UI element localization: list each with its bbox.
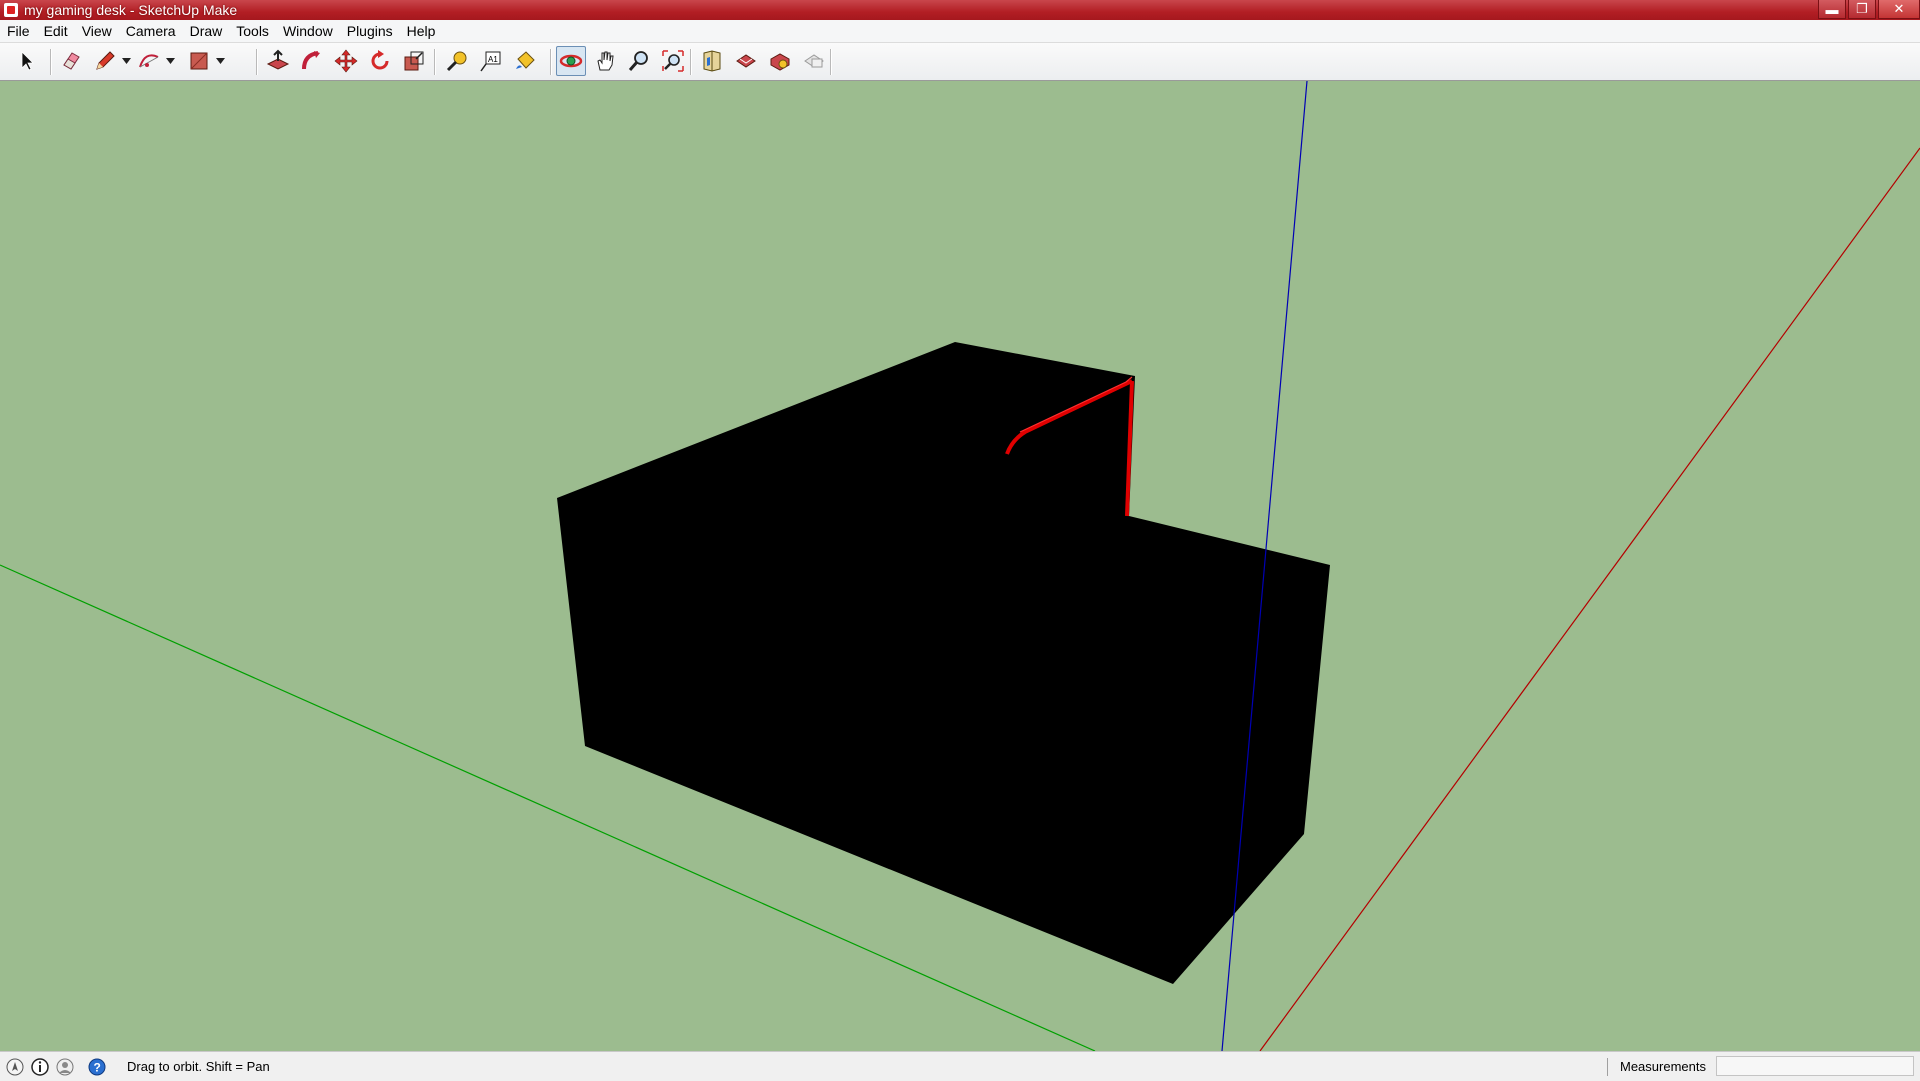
toolbar: A1 <box>0 43 1920 81</box>
help-question-icon: ? <box>88 1058 106 1075</box>
menu-view[interactable]: View <box>75 23 119 39</box>
pencil-icon <box>96 51 115 70</box>
rotate-icon <box>371 50 389 70</box>
hand-icon <box>597 51 614 71</box>
menu-camera[interactable]: Camera <box>119 23 183 39</box>
toolbar-group-modify <box>261 45 431 77</box>
scene-canvas[interactable] <box>0 81 1920 1051</box>
toolbar-separator <box>256 49 258 75</box>
status-bar: ? Drag to orbit. Shift = Pan Measurement… <box>0 1051 1920 1081</box>
share-component-button[interactable] <box>799 46 829 76</box>
scale-icon <box>404 51 424 71</box>
menu-edit[interactable]: Edit <box>37 23 75 39</box>
text-tool-button[interactable]: A1 <box>476 46 506 76</box>
move-tool-button[interactable] <box>331 46 361 76</box>
title-bar: my gaming desk - SketchUp Make ▬ ❐ ✕ <box>0 0 1920 20</box>
svg-text:A1: A1 <box>488 55 498 64</box>
scale-tool-button[interactable] <box>399 46 429 76</box>
svg-text:?: ? <box>94 1060 101 1074</box>
toolbar-group-warehouse <box>695 45 831 77</box>
toolbar-separator <box>434 49 436 75</box>
desk-model[interactable] <box>557 342 1330 984</box>
share-model-button[interactable] <box>731 46 761 76</box>
chevron-down-icon <box>121 58 131 64</box>
pencil-tool-button[interactable] <box>90 46 120 76</box>
measurements-label: Measurements <box>1620 1059 1706 1074</box>
push-pull-icon <box>266 49 290 70</box>
extension-warehouse-button[interactable] <box>765 46 795 76</box>
chevron-down-icon <box>165 58 175 64</box>
menu-help[interactable]: Help <box>400 23 443 39</box>
move-icon <box>334 49 358 73</box>
zoom-extents-icon <box>662 50 684 72</box>
get-models-button[interactable] <box>697 46 727 76</box>
toolbar-group-select <box>10 45 44 77</box>
rectangle-tool-button[interactable] <box>184 46 214 76</box>
geo-location-button[interactable] <box>5 1057 25 1077</box>
pencil-dropdown[interactable] <box>120 46 132 76</box>
magnifier-icon <box>628 51 648 71</box>
text-icon: A1 <box>480 51 501 72</box>
zoom-extents-tool-button[interactable] <box>658 46 688 76</box>
window-controls: ▬ ❐ ✕ <box>1816 0 1920 20</box>
get-models-icon <box>703 50 721 72</box>
extension-warehouse-icon <box>770 53 790 71</box>
toolbar-separator <box>550 49 552 75</box>
eraser-icon <box>63 52 80 70</box>
chevron-down-icon <box>215 58 225 64</box>
menu-plugins[interactable]: Plugins <box>340 23 400 39</box>
credits-button[interactable] <box>30 1057 50 1077</box>
select-tool-button[interactable] <box>12 46 42 76</box>
follow-me-tool-button[interactable] <box>297 46 327 76</box>
rotate-tool-button[interactable] <box>365 46 395 76</box>
rectangle-icon <box>190 52 208 70</box>
sign-in-button[interactable] <box>55 1057 75 1077</box>
sketchup-app-icon[interactable] <box>4 3 18 17</box>
rectangle-dropdown[interactable] <box>214 46 226 76</box>
instructor-toggle-button[interactable]: ? <box>87 1057 107 1077</box>
arc-tool-button[interactable] <box>134 46 164 76</box>
info-circle-icon <box>31 1057 49 1076</box>
menu-draw[interactable]: Draw <box>183 23 230 39</box>
window-title: my gaming desk - SketchUp Make <box>24 2 238 18</box>
status-hint-text: Drag to orbit. Shift = Pan <box>127 1059 270 1074</box>
pan-tool-button[interactable] <box>590 46 620 76</box>
follow-me-icon <box>302 51 320 70</box>
toolbar-separator <box>830 49 832 75</box>
zoom-tool-button[interactable] <box>624 46 654 76</box>
toolbar-group-camera <box>554 45 690 77</box>
user-icon <box>56 1058 74 1075</box>
red-axis-line <box>1259 147 1920 1051</box>
tape-measure-icon <box>446 51 467 72</box>
menu-window[interactable]: Window <box>276 23 340 39</box>
paint-bucket-tool-button[interactable] <box>510 46 540 76</box>
minimize-button[interactable]: ▬ <box>1818 0 1846 19</box>
toolbar-group-construction: A1 <box>440 45 542 77</box>
menu-file[interactable]: File <box>0 23 37 39</box>
toolbar-group-draw <box>54 45 226 77</box>
tape-measure-tool-button[interactable] <box>442 46 472 76</box>
menu-tools[interactable]: Tools <box>229 23 276 39</box>
arc-icon <box>139 54 159 68</box>
share-model-icon <box>736 54 756 68</box>
eraser-tool-button[interactable] <box>56 46 86 76</box>
orbit-icon <box>559 54 583 68</box>
menu-bar: File Edit View Camera Draw Tools Window … <box>0 20 1920 43</box>
push-pull-tool-button[interactable] <box>263 46 293 76</box>
model-viewport[interactable] <box>0 81 1920 1051</box>
share-component-icon <box>804 54 824 68</box>
measurements-input[interactable] <box>1716 1056 1914 1076</box>
measurements-separator <box>1607 1058 1608 1076</box>
arrow-cursor-icon <box>21 51 34 71</box>
paint-bucket-icon <box>516 51 535 69</box>
toolbar-separator <box>50 49 52 75</box>
close-button[interactable]: ✕ <box>1878 0 1920 19</box>
maximize-button[interactable]: ❐ <box>1848 0 1876 19</box>
toolbar-separator <box>690 49 692 75</box>
orbit-tool-button[interactable] <box>556 46 586 76</box>
geo-location-icon <box>6 1058 24 1075</box>
arc-dropdown[interactable] <box>164 46 176 76</box>
